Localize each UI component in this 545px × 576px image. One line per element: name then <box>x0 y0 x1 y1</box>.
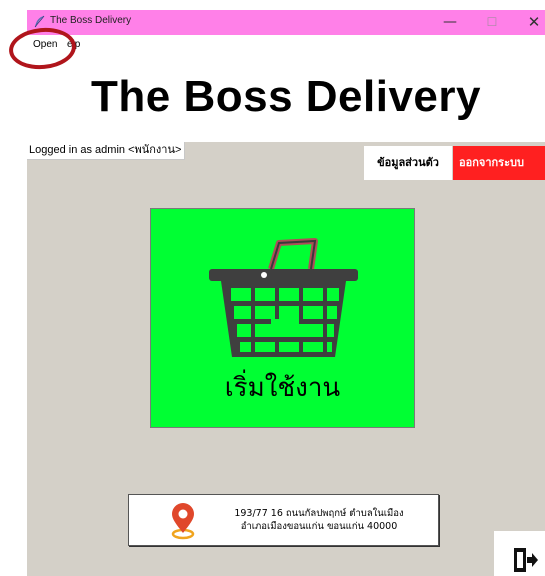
title-bar[interactable]: The Boss Delivery — ☐ ✕ <box>27 10 545 35</box>
logged-in-label: Logged in as admin <พนักงาน> <box>27 142 186 160</box>
map-pin-icon <box>171 503 195 540</box>
maximize-button[interactable]: ☐ <box>473 10 511 35</box>
minimize-button[interactable]: — <box>431 10 469 35</box>
menu-bar: Open elp <box>27 35 545 56</box>
address-card: 193/77 16 ถนนกัลปพฤกษ์ ตำบลในเมือง อำเภอ… <box>128 494 439 546</box>
profile-button[interactable]: ข้อมูลส่วนตัว <box>364 146 452 180</box>
exit-door-button[interactable] <box>494 531 545 576</box>
app-window: The Boss Delivery — ☐ ✕ Open elp The Bos… <box>27 10 545 576</box>
start-label: เริ่มใช้งาน <box>224 373 341 403</box>
address-line-2: อำเภอเมืองขอนแก่น ขอนแก่น 40000 <box>240 521 398 532</box>
shopping-basket-icon <box>209 238 358 357</box>
address-text: 193/77 16 ถนนกัลปพฤกษ์ ตำบลในเมือง อำเภอ… <box>199 507 439 533</box>
address-line-1: 193/77 16 ถนนกัลปพฤกษ์ ตำบลในเมือง <box>234 508 404 519</box>
logout-button[interactable]: ออกจากระบบ <box>453 146 545 180</box>
app-title: The Boss Delivery <box>91 72 481 121</box>
close-button[interactable]: ✕ <box>515 10 545 35</box>
header-banner: The Boss Delivery <box>27 56 545 142</box>
start-button[interactable]: เริ่มใช้งาน <box>150 208 415 428</box>
door-exit-icon <box>514 548 538 572</box>
window-title: The Boss Delivery <box>50 15 132 26</box>
